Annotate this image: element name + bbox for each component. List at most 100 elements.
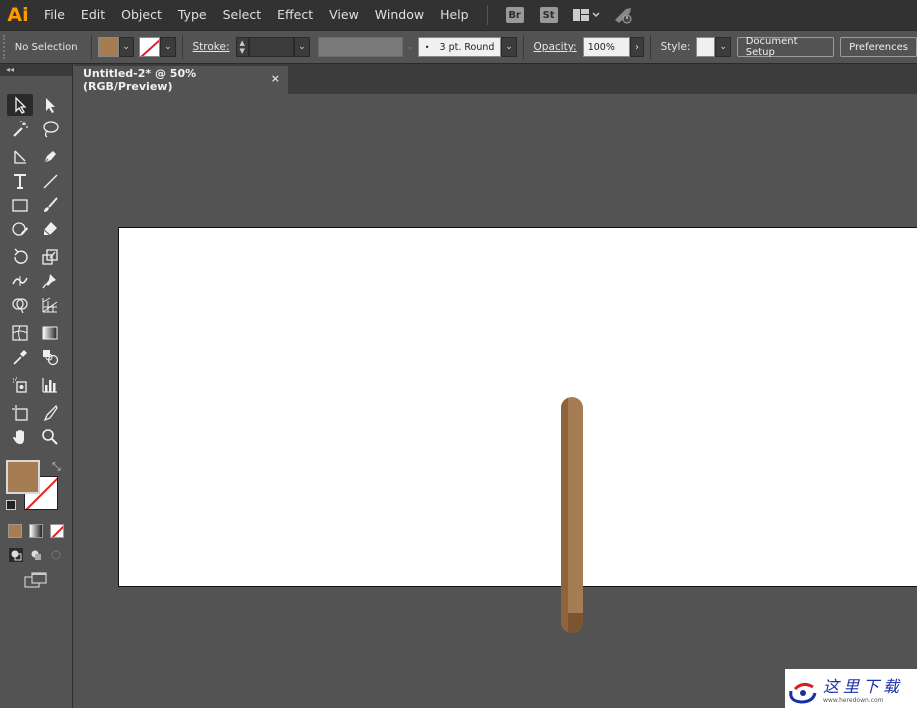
color-mode-button[interactable] — [8, 524, 22, 538]
stroke-label[interactable]: Stroke: — [193, 41, 230, 53]
zoom-tool[interactable] — [37, 426, 63, 448]
color-mode-row — [8, 524, 71, 538]
shape-builder-tool[interactable] — [7, 294, 33, 316]
document-tab-title: Untitled-2* @ 50% (RGB/Preview) — [83, 67, 197, 93]
chevron-down-icon: ⌄ — [505, 42, 513, 52]
hand-icon — [13, 430, 24, 444]
menu-effect[interactable]: Effect — [269, 0, 321, 30]
stroke-swatch[interactable] — [139, 37, 161, 57]
rotate-tool[interactable] — [7, 246, 33, 268]
document-setup-button[interactable]: Document Setup — [736, 36, 835, 58]
menu-file[interactable]: File — [36, 0, 73, 30]
direct-selection-arrow-icon — [46, 98, 55, 113]
pen-tool[interactable] — [7, 146, 33, 168]
draw-behind-button[interactable] — [28, 548, 44, 562]
change-screen-mode-button[interactable] — [24, 572, 48, 594]
gradient-tool[interactable] — [37, 322, 63, 344]
close-icon[interactable]: × — [271, 72, 280, 85]
divider — [181, 35, 183, 59]
fill-color-box[interactable] — [6, 460, 40, 494]
variable-width-profile[interactable] — [317, 37, 403, 57]
fill-stroke-widget: ⤡ — [6, 460, 66, 516]
width-tool[interactable] — [7, 270, 33, 292]
fill-dropdown-button[interactable]: ⌄ — [118, 37, 134, 57]
type-tool[interactable] — [7, 170, 33, 192]
gradient-mode-button[interactable] — [29, 524, 43, 538]
menu-window[interactable]: Window — [367, 0, 432, 30]
blend-tool[interactable] — [37, 346, 63, 368]
opacity-input[interactable]: 100% — [582, 37, 631, 57]
bridge-button[interactable]: Br — [505, 7, 524, 23]
watermark-url: www.heredown.com — [823, 697, 884, 704]
menu-edit[interactable]: Edit — [73, 0, 113, 30]
scale-icon — [42, 249, 58, 265]
control-bar: No Selection ⌄ ⌄ Stroke: ▲ ▼ ⌄ ⌄ • 3 pt. … — [0, 30, 917, 64]
stroke-weight-input[interactable] — [248, 37, 295, 57]
menu-help[interactable]: Help — [432, 0, 477, 30]
graphic-style-swatch[interactable] — [696, 37, 716, 57]
selection-tool[interactable] — [7, 94, 33, 116]
menu-object[interactable]: Object — [113, 0, 170, 30]
pin-icon — [42, 274, 56, 289]
tools-collapse-button[interactable]: ◂◂ — [0, 64, 72, 76]
variable-width-dropdown-button[interactable]: ⌄ — [403, 37, 418, 57]
fill-swatch[interactable] — [97, 37, 119, 57]
slice-tool[interactable] — [37, 402, 63, 424]
default-fill-stroke-icon[interactable] — [6, 500, 16, 510]
divider — [649, 35, 651, 59]
watermark-logo-icon — [789, 682, 817, 704]
puppet-warp-tool[interactable] — [37, 270, 63, 292]
gradient-icon — [42, 326, 58, 340]
canvas-area[interactable] — [74, 94, 917, 708]
menu-type[interactable]: Type — [170, 0, 215, 30]
draw-normal-icon — [9, 548, 23, 562]
curvature-tool[interactable] — [37, 146, 63, 168]
stock-button[interactable]: St — [539, 7, 558, 23]
draw-normal-button[interactable] — [8, 548, 24, 562]
swap-fill-stroke-icon[interactable]: ⤡ — [52, 460, 61, 474]
shaper-tool[interactable] — [7, 218, 33, 240]
draw-inside-icon — [51, 550, 61, 560]
document-tab[interactable]: Untitled-2* @ 50% (RGB/Preview) × — [74, 66, 288, 94]
brush-definition[interactable]: • 3 pt. Round — [417, 37, 502, 57]
chevron-down-icon: ⌄ — [298, 42, 306, 52]
chevron-down-icon: ⌄ — [719, 42, 727, 52]
menu-view[interactable]: View — [321, 0, 367, 30]
magic-wand-tool[interactable] — [7, 118, 33, 140]
line-icon — [43, 174, 58, 189]
mesh-tool[interactable] — [7, 322, 33, 344]
scale-tool[interactable] — [37, 246, 63, 268]
line-segment-tool[interactable] — [37, 170, 63, 192]
hand-tool[interactable] — [7, 426, 33, 448]
menu-select[interactable]: Select — [215, 0, 270, 30]
paintbrush-tool[interactable] — [37, 194, 63, 216]
none-mode-button[interactable] — [50, 524, 64, 538]
popsicle-stick-shape[interactable] — [561, 397, 583, 633]
symbol-sprayer-tool[interactable] — [7, 374, 33, 396]
style-dropdown-button[interactable]: ⌄ — [715, 37, 731, 57]
perspective-grid-tool[interactable] — [37, 294, 63, 316]
workspace-switcher-button[interactable] — [572, 0, 600, 30]
eraser-tool[interactable] — [37, 218, 63, 240]
gpu-performance-button[interactable] — [612, 0, 634, 30]
shape-builder-icon — [12, 298, 28, 314]
preferences-button[interactable]: Preferences — [840, 37, 917, 57]
artboard-tool[interactable] — [7, 402, 33, 424]
chevron-down-icon: ⌄ — [122, 42, 130, 52]
artboard[interactable] — [118, 227, 917, 587]
chevron-down-icon: ⌄ — [164, 42, 172, 52]
stroke-weight-dropdown-button[interactable]: ⌄ — [294, 37, 310, 57]
brush-dropdown-button[interactable]: ⌄ — [501, 37, 517, 57]
stroke-dropdown-button[interactable]: ⌄ — [160, 37, 176, 57]
slice-knife-icon — [43, 404, 58, 422]
rectangle-tool[interactable] — [7, 194, 33, 216]
direct-selection-tool[interactable] — [37, 94, 63, 116]
chevron-right-icon: › — [634, 41, 639, 53]
opacity-label[interactable]: Opacity: — [534, 41, 577, 53]
column-graph-tool[interactable] — [37, 374, 63, 396]
eyedropper-tool[interactable] — [7, 346, 33, 368]
lasso-tool[interactable] — [37, 118, 63, 140]
draw-inside-button[interactable] — [48, 548, 64, 562]
stroke-weight-stepper[interactable]: ▲ ▼ — [235, 37, 249, 57]
opacity-slider-button[interactable]: › — [630, 37, 644, 57]
